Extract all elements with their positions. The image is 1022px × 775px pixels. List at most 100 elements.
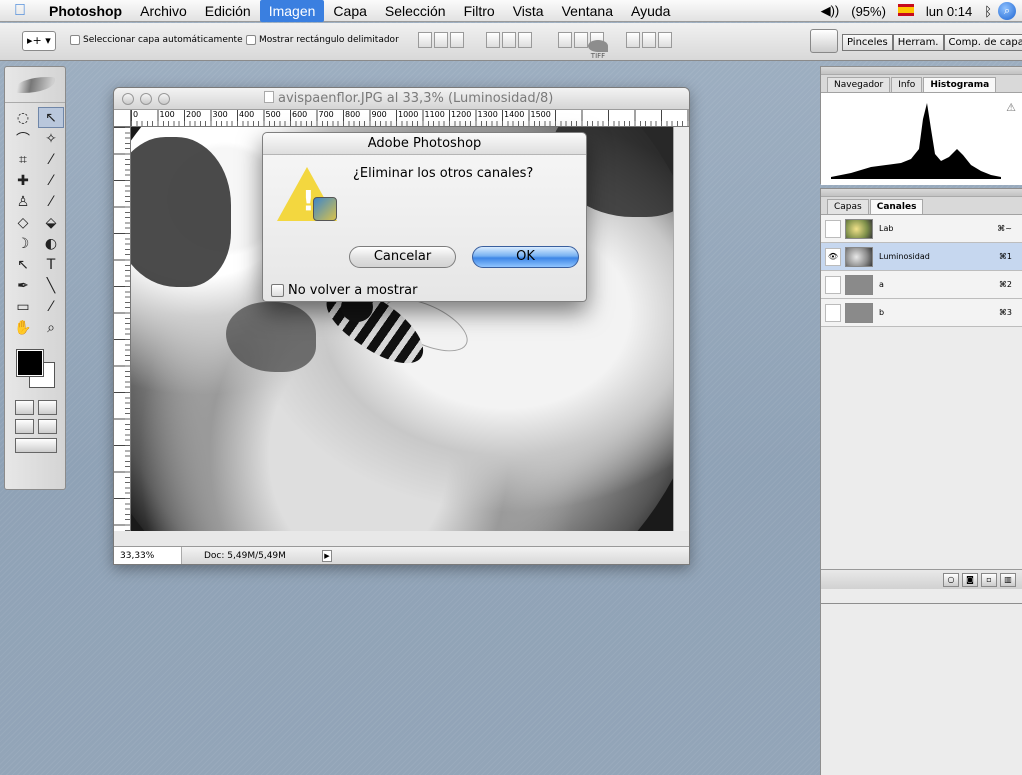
file-browser-icon[interactable] bbox=[810, 29, 838, 53]
show-bounds-checkbox[interactable]: Mostrar rectángulo delimitador bbox=[246, 35, 399, 45]
file-proxy-icon[interactable] bbox=[264, 91, 274, 103]
auto-select-label: Seleccionar capa automáticamente bbox=[83, 35, 243, 45]
magic-wand-icon[interactable]: ✧ bbox=[38, 128, 64, 149]
screen-menu-icon[interactable] bbox=[38, 419, 57, 434]
histogram-cache-warning-icon[interactable]: ⚠ bbox=[1006, 101, 1016, 114]
line-icon[interactable]: ╲ bbox=[38, 275, 64, 296]
palette-well-layer-comps[interactable]: Comp. de capas bbox=[943, 34, 1022, 51]
new-channel-icon[interactable]: ▫ bbox=[981, 572, 997, 587]
input-flag-icon[interactable] bbox=[892, 3, 920, 19]
menu-filtro[interactable]: Filtro bbox=[455, 0, 504, 22]
channel-row[interactable]: Lab ⌘~ bbox=[821, 215, 1022, 243]
bluetooth-icon[interactable]: ᛒ bbox=[978, 4, 998, 19]
align-left-icon[interactable] bbox=[486, 32, 500, 48]
zoom-field[interactable]: 33,33% bbox=[114, 546, 182, 564]
menu-app-name[interactable]: Photoshop bbox=[40, 0, 131, 22]
palette-well-tools[interactable]: Herram. bbox=[892, 34, 944, 51]
eyedropper-icon[interactable]: ⁄ bbox=[38, 296, 64, 317]
menu-edicion[interactable]: Edición bbox=[196, 0, 260, 22]
tab-navegador[interactable]: Navegador bbox=[827, 77, 891, 92]
vertical-ruler[interactable] bbox=[114, 127, 131, 531]
menu-capa[interactable]: Capa bbox=[324, 0, 375, 22]
quickmask-mode-icon[interactable] bbox=[38, 400, 57, 415]
clock[interactable]: lun 0:14 bbox=[920, 4, 978, 19]
slice-icon[interactable]: ⁄ bbox=[38, 149, 64, 170]
channel-row[interactable]: b ⌘3 bbox=[821, 299, 1022, 327]
eye-icon[interactable] bbox=[825, 275, 841, 294]
menu-ventana[interactable]: Ventana bbox=[553, 0, 622, 22]
move-icon[interactable]: ↖ bbox=[38, 107, 64, 128]
path-select-icon[interactable]: ↖ bbox=[10, 254, 36, 275]
align-right-icon[interactable] bbox=[518, 32, 532, 48]
distribute-left-icon[interactable] bbox=[626, 32, 640, 48]
align-bottom-icon[interactable] bbox=[450, 32, 464, 48]
load-selection-icon[interactable]: ○ bbox=[943, 572, 959, 587]
channel-row[interactable]: 👁 Luminosidad ⌘1 bbox=[821, 243, 1022, 271]
crop-icon[interactable]: ⌗ bbox=[10, 149, 36, 170]
vertical-scrollbar[interactable] bbox=[673, 127, 689, 531]
foreground-color-swatch[interactable] bbox=[16, 349, 44, 377]
align-vcenter-icon[interactable] bbox=[434, 32, 448, 48]
status-menu-arrow-icon[interactable]: ▶ bbox=[322, 549, 332, 562]
brush-icon[interactable]: ⁄ bbox=[38, 170, 64, 191]
close-button[interactable] bbox=[122, 92, 134, 105]
distribute-hcenter-icon[interactable] bbox=[642, 32, 656, 48]
menu-archivo[interactable]: Archivo bbox=[131, 0, 196, 22]
channel-row[interactable]: a ⌘2 bbox=[821, 271, 1022, 299]
eye-icon[interactable]: 👁 bbox=[825, 247, 841, 266]
history-brush-icon[interactable]: ⁄ bbox=[38, 191, 64, 212]
palette-well-brushes[interactable]: Pinceles bbox=[842, 34, 893, 51]
notes-icon[interactable]: ▭ bbox=[10, 296, 36, 317]
menu-vista[interactable]: Vista bbox=[504, 0, 553, 22]
bucket-icon[interactable]: ⬙ bbox=[38, 212, 64, 233]
tab-histograma[interactable]: Histograma bbox=[923, 77, 997, 92]
blur-icon[interactable]: ☽ bbox=[10, 233, 36, 254]
dodge-icon[interactable]: ◐ bbox=[38, 233, 64, 254]
battery-status[interactable]: (95%) bbox=[845, 4, 892, 19]
eye-icon[interactable] bbox=[825, 219, 841, 238]
menu-imagen[interactable]: Imagen bbox=[259, 0, 325, 22]
menu-ayuda[interactable]: Ayuda bbox=[622, 0, 679, 22]
volume-icon[interactable]: ◀)) bbox=[815, 3, 846, 19]
tab-canales[interactable]: Canales bbox=[869, 199, 924, 214]
type-icon[interactable]: T bbox=[38, 254, 64, 275]
screen-standard-icon[interactable] bbox=[15, 419, 34, 434]
eraser-icon[interactable]: ◇ bbox=[10, 212, 36, 233]
trash-icon[interactable]: ▥ bbox=[1000, 572, 1016, 587]
menu-seleccion[interactable]: Selección bbox=[376, 0, 455, 22]
pen-icon[interactable]: ✒ bbox=[10, 275, 36, 296]
cancel-button[interactable]: Cancelar bbox=[349, 246, 456, 268]
jump-to-imageready-icon[interactable] bbox=[15, 438, 57, 453]
spotlight-icon[interactable]: ⌕ bbox=[998, 2, 1016, 20]
stamp-icon[interactable]: ♙ bbox=[10, 191, 36, 212]
save-selection-icon[interactable]: ◙ bbox=[962, 572, 978, 587]
document-titlebar[interactable]: avispaenflor.JPG al 33,3% (Luminosidad/8… bbox=[114, 88, 689, 110]
palette-titlebar[interactable] bbox=[821, 67, 1022, 75]
channel-thumbnail bbox=[845, 218, 873, 239]
palette-titlebar[interactable] bbox=[821, 189, 1022, 197]
dont-show-again-checkbox[interactable]: No volver a mostrar bbox=[271, 283, 417, 298]
healing-icon[interactable]: ✚ bbox=[10, 170, 36, 191]
distribute-top-icon[interactable] bbox=[558, 32, 572, 48]
ruler-origin[interactable] bbox=[114, 110, 131, 127]
zoom-button[interactable] bbox=[158, 92, 170, 105]
hand-icon[interactable]: ✋ bbox=[10, 317, 36, 338]
eye-icon[interactable] bbox=[825, 303, 841, 322]
tab-info[interactable]: Info bbox=[891, 77, 923, 92]
apple-menu-icon[interactable]:  bbox=[0, 2, 40, 20]
tiff-label: TIFF bbox=[590, 52, 606, 60]
ok-button[interactable]: OK bbox=[472, 246, 579, 268]
distribute-right-icon[interactable] bbox=[658, 32, 672, 48]
standard-mode-icon[interactable] bbox=[15, 400, 34, 415]
tool-preset-picker[interactable]: ▸+ ▾ bbox=[22, 31, 56, 51]
auto-select-checkbox[interactable]: Seleccionar capa automáticamente bbox=[70, 35, 243, 45]
align-top-icon[interactable] bbox=[418, 32, 432, 48]
lasso-icon[interactable]: ⌒ bbox=[10, 128, 36, 149]
tab-capas[interactable]: Capas bbox=[827, 199, 869, 214]
tiff-proxy-icon[interactable]: TIFF bbox=[584, 40, 612, 64]
marquee-icon[interactable]: ◌ bbox=[10, 107, 36, 128]
zoom-icon[interactable]: ⌕ bbox=[38, 317, 64, 338]
minimize-button[interactable] bbox=[140, 92, 152, 105]
tools-header[interactable] bbox=[5, 67, 65, 103]
align-hcenter-icon[interactable] bbox=[502, 32, 516, 48]
